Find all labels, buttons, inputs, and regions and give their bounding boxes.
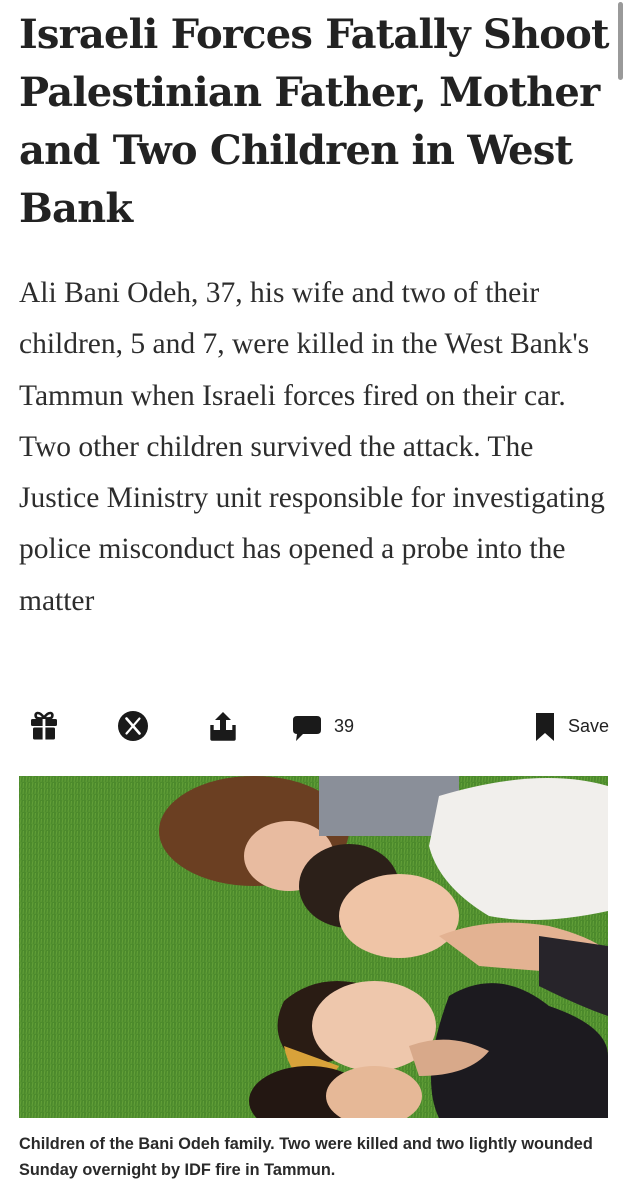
article-photo: [19, 776, 608, 1118]
bookmark-icon: [532, 708, 558, 744]
gift-icon: [26, 708, 62, 744]
comments-button[interactable]: 39: [288, 708, 354, 744]
save-label: Save: [568, 715, 610, 736]
scrollbar[interactable]: [618, 2, 623, 80]
article-headline: Israeli Forces Fatally Shoot Palestinian…: [19, 11, 610, 232]
gift-article-button[interactable]: [26, 708, 62, 744]
share-on-x-button[interactable]: [115, 708, 151, 744]
article-subheadline: Ali Bani Odeh, 37, his wife and two of t…: [19, 277, 605, 617]
photo-caption: Children of the Bani Odeh family. Two we…: [19, 1135, 593, 1179]
save-button[interactable]: Save: [532, 708, 609, 744]
share-icon: [205, 708, 241, 744]
comment-bubble-icon: [288, 708, 324, 744]
share-button[interactable]: [205, 708, 241, 744]
comment-count: 39: [334, 715, 355, 736]
article-action-bar: 39 Save: [0, 700, 627, 752]
x-logo-icon: [115, 708, 151, 744]
